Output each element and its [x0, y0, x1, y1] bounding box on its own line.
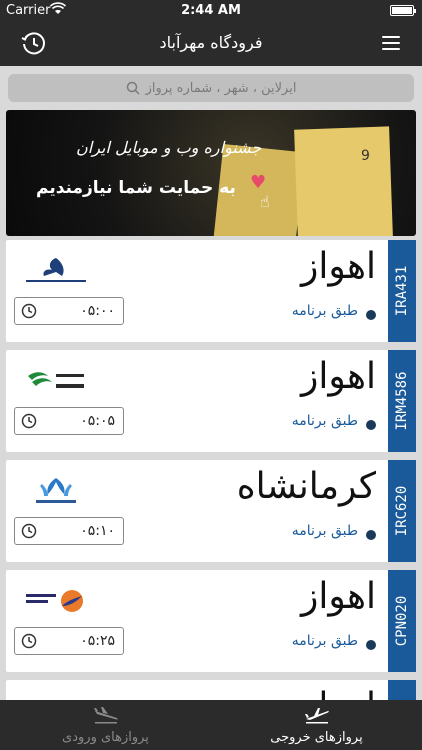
flight-city: اهواز — [301, 246, 376, 287]
flight-code-strip: IRM4586 — [388, 350, 416, 452]
tab-bar: پروازهای خروجی پروازهای ورودی — [0, 700, 422, 750]
search-input[interactable]: ایرلاین ، شهر ، شماره پرواز — [8, 74, 414, 102]
tab-departures[interactable]: پروازهای خروجی — [211, 700, 422, 750]
clock-icon — [21, 633, 37, 649]
airplane-departure-icon — [304, 708, 329, 724]
flights-list[interactable]: IRA431 اهواز طبق برنامه ۰۵:۰۰ IRM4586 اه… — [0, 240, 422, 700]
battery-icon — [390, 5, 416, 16]
banner-card-front — [294, 126, 393, 236]
flight-status: طبق برنامه — [291, 413, 358, 429]
search-icon — [126, 81, 140, 95]
flight-row[interactable]: 0 اهواز — [6, 680, 416, 700]
page-title: فرودگاه مهرآباد — [159, 33, 263, 52]
hamburger-menu-icon[interactable] — [382, 36, 400, 52]
flight-code: IRA431 — [394, 265, 410, 317]
flight-code: IRC620 — [394, 485, 410, 537]
status-dot-icon — [366, 310, 376, 320]
flight-time-box: ۰۵:۰۰ — [14, 297, 124, 325]
status-dot-icon — [366, 530, 376, 540]
flight-city: کرمانشاه — [236, 466, 376, 507]
flight-time: ۰۵:۰۵ — [80, 413, 115, 429]
banner-card-number: 9 — [361, 148, 370, 164]
flight-status: طبق برنامه — [291, 523, 358, 539]
navigation-bar: فرودگاه مهرآباد — [0, 22, 422, 66]
clock-icon — [21, 523, 37, 539]
mahan-air-logo — [28, 372, 84, 388]
flight-code-strip: IRA431 — [388, 240, 416, 342]
clock-icon — [21, 413, 37, 429]
flight-time: ۰۵:۰۰ — [80, 303, 115, 319]
flight-code: CPN020 — [394, 595, 410, 647]
flight-code-strip: CPN020 — [388, 570, 416, 672]
status-dot-icon — [366, 420, 376, 430]
flight-row[interactable]: IRM4586 اهواز طبق برنامه ۰۵:۰۵ — [6, 350, 416, 452]
airplane-arrival-icon — [93, 707, 118, 724]
flight-city: اهواز — [301, 686, 376, 700]
iran-air-logo — [26, 258, 86, 282]
flight-code: IRM4586 — [394, 371, 410, 431]
search-area: ایرلاین ، شهر ، شماره پرواز — [0, 66, 422, 110]
flight-status: طبق برنامه — [291, 303, 358, 319]
tab-departures-label: پروازهای خروجی — [270, 730, 363, 745]
banner-tagline: به حمایت شما نیازمندیم — [36, 178, 236, 198]
status-time: 2:44 AM — [181, 3, 241, 18]
promo-banner[interactable]: 9 جشنواره وب و موبایل ایران به حمایت شما… — [6, 110, 416, 236]
caspian-logo — [26, 590, 83, 612]
flight-code-strip: IRC620 — [388, 460, 416, 562]
flight-time-box: ۰۵:۲۵ — [14, 627, 124, 655]
tab-arrivals-label: پروازهای ورودی — [62, 730, 149, 745]
flight-row[interactable]: IRA431 اهواز طبق برنامه ۰۵:۰۰ — [6, 240, 416, 342]
status-dot-icon — [366, 640, 376, 650]
flight-city: اهواز — [301, 356, 376, 397]
flight-status: طبق برنامه — [291, 633, 358, 649]
search-placeholder: ایرلاین ، شهر ، شماره پرواز — [145, 80, 297, 96]
flight-row[interactable]: CPN020 اهواز طبق برنامه ۰۵:۲۵ — [6, 570, 416, 672]
banner-logo-text: جشنواره وب و موبایل ایران — [76, 138, 262, 157]
flight-row[interactable]: IRC620 کرمانشاه طبق برنامه ۰۵:۱۰ — [6, 460, 416, 562]
tab-arrivals[interactable]: پروازهای ورودی — [0, 700, 211, 750]
flight-time: ۰۵:۱۰ — [80, 523, 115, 539]
flight-time-box: ۰۵:۰۵ — [14, 407, 124, 435]
clock-icon — [21, 303, 37, 319]
pointer-hand-icon: ☝ — [260, 192, 270, 211]
status-bar: Carrier 2:44 AM — [0, 0, 422, 22]
heart-icon: ♥ — [250, 172, 267, 193]
flight-code-strip: 0 — [388, 680, 416, 700]
flight-city: اهواز — [301, 576, 376, 617]
flight-time-box: ۰۵:۱۰ — [14, 517, 124, 545]
flight-time: ۰۵:۲۵ — [80, 633, 115, 649]
aseman-logo — [36, 478, 76, 503]
